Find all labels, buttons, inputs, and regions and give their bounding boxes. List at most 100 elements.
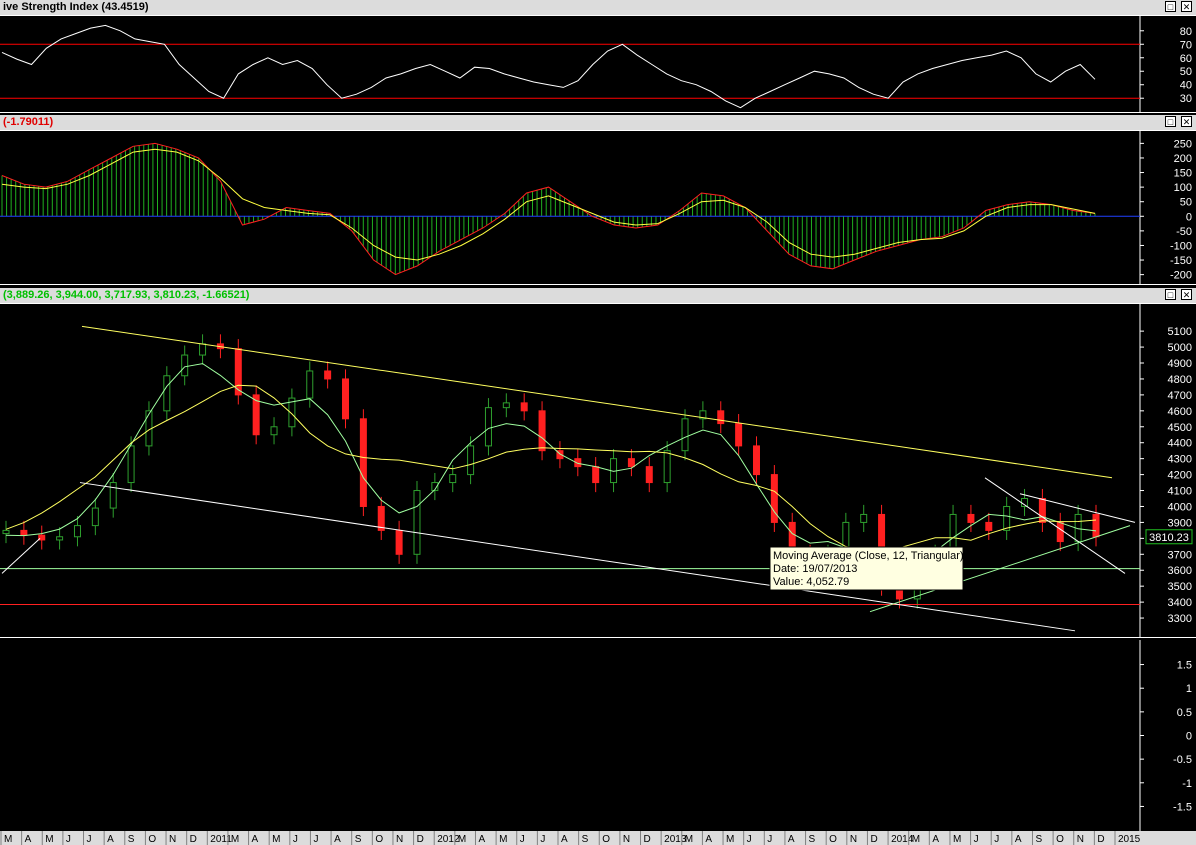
x-tick-label: J [994, 834, 999, 845]
x-tick-label: A [1015, 834, 1022, 845]
x-tick-label: S [582, 834, 589, 845]
x-tick-label: D [644, 834, 651, 845]
y-tick-label: 100 [1174, 182, 1192, 194]
restore-icon[interactable]: □ [1165, 289, 1176, 300]
candle-body [20, 529, 28, 536]
x-tick-label: J [974, 834, 979, 845]
empty-indicator-pane[interactable]: 1.5 1 0.5 0 -0.5 -1 -1.5 [0, 640, 1196, 831]
price-title-bar: (3,889.26, 3,944.00, 3,717.93, 3,810.23,… [0, 288, 1196, 304]
x-tick-label: N [850, 834, 857, 845]
x-tick-label: A [561, 834, 568, 845]
x-tick-label: J [87, 834, 92, 845]
candle-body [359, 418, 367, 507]
candle-body [1003, 505, 1011, 531]
pane-border [0, 284, 1196, 285]
y-tick-label: 30 [1180, 93, 1192, 105]
candle-body [306, 370, 314, 399]
price-pane[interactable]: (3,889.26, 3,944.00, 3,717.93, 3,810.23,… [0, 288, 1196, 638]
x-tick-label: O [602, 834, 610, 845]
x-tick-label: S [809, 834, 816, 845]
x-tick-label: S [1035, 834, 1042, 845]
y-tick-label: 50 [1180, 197, 1192, 209]
x-tick-label: M [499, 834, 507, 845]
candle-body [967, 513, 975, 523]
y-tick-label: 0.5 [1177, 707, 1192, 719]
candle-body [73, 525, 81, 538]
x-tick-label: M [685, 834, 693, 845]
rsi-pane[interactable]: ive Strength Index (43.4519) □ ✕ 80 70 60 5… [0, 0, 1196, 113]
y-tick-label: 5000 [1168, 342, 1192, 354]
x-tick-label: N [396, 834, 403, 845]
x-tick-label: 2015 [1118, 834, 1141, 845]
close-icon[interactable]: ✕ [1181, 1, 1192, 12]
candle-body [592, 466, 600, 484]
candle-body [681, 418, 689, 452]
close-icon[interactable]: ✕ [1181, 116, 1192, 127]
x-tick-label: M [458, 834, 466, 845]
restore-icon[interactable]: □ [1165, 116, 1176, 127]
y-tick-label: -0.5 [1173, 754, 1192, 766]
candle-body [181, 354, 189, 377]
candle-body [484, 407, 492, 447]
candle-body [449, 474, 457, 484]
y-tick-label: 1.5 [1177, 660, 1192, 672]
x-tick-label: 2014 [891, 834, 914, 845]
x-tick-label: D [190, 834, 197, 845]
price-title: (3,889.26, 3,944.00, 3,717.93, 3,810.23,… [3, 289, 250, 301]
price-chart: 5100 5000 4900 4800 4700 4600 4500 4400 4300 4200… [0, 304, 1196, 638]
candle-body [502, 402, 510, 409]
close-icon[interactable]: ✕ [1181, 289, 1192, 300]
candle-body [1092, 513, 1100, 538]
y-tick-label: 4900 [1168, 358, 1192, 370]
candle-body [735, 423, 743, 447]
x-tick-label: A [932, 834, 939, 845]
pane-border [0, 112, 1196, 113]
candle-body [1056, 521, 1064, 543]
x-tick-label: J [313, 834, 318, 845]
x-tick-label: M [726, 834, 734, 845]
y-tick-label: 4800 [1168, 374, 1192, 386]
trend-line [81, 325, 1113, 479]
candle-body [717, 410, 725, 425]
tooltip-line1: Moving Average (Close, 12, Triangular) [773, 550, 964, 562]
y-tick-label: -100 [1170, 240, 1192, 252]
y-tick-label: 5100 [1168, 326, 1192, 338]
candle-body [467, 445, 475, 476]
y-tick-label: 60 [1180, 53, 1192, 65]
x-tick-label: A [478, 834, 485, 845]
x-tick-label: A [25, 834, 32, 845]
time-axis-labels: M A M J J A S O N D 2011 M A M J J A S O N D 2012M A M J J A S O N D 20… [0, 831, 1141, 845]
x-tick-label: J [767, 834, 772, 845]
x-tick-label: A [334, 834, 341, 845]
y-tick-label: -200 [1170, 270, 1192, 282]
tooltip-line3: Value: 4,052.79 [773, 576, 849, 588]
macd-pane[interactable]: (-1.79011) □ ✕ 250 200 150 100 50 0 -50 -100 -15… [0, 115, 1196, 285]
y-tick-label: 4100 [1168, 486, 1192, 498]
candle-body [752, 445, 760, 476]
x-tick-label: O [375, 834, 383, 845]
x-tick-label: A [788, 834, 795, 845]
restore-icon[interactable]: □ [1165, 1, 1176, 12]
x-tick-label: M [4, 834, 12, 845]
candle-body [163, 375, 171, 412]
x-tick-label: M [272, 834, 280, 845]
y-tick-label: 40 [1180, 80, 1192, 92]
y-tick-label: 3900 [1168, 517, 1192, 529]
x-tick-label: 2012 [437, 834, 460, 845]
y-tick-label: 4300 [1168, 454, 1192, 466]
y-tick-label: 250 [1174, 138, 1192, 150]
candle-body [2, 529, 10, 535]
last-price-label: 3810.23 [1149, 532, 1189, 544]
empty-indicator-chart: 1.5 1 0.5 0 -0.5 -1 -1.5 [1139, 640, 1192, 831]
y-tick-label: 3700 [1168, 549, 1192, 561]
candle-body [627, 458, 635, 468]
x-tick-label: J [540, 834, 545, 845]
candle-body [395, 529, 403, 555]
y-tick-label: 1 [1186, 683, 1192, 695]
y-tick-label: 3600 [1168, 565, 1192, 577]
rsi-title: ive Strength Index (43.4519) [3, 1, 149, 13]
candle-body [127, 445, 135, 484]
y-tick-label: 4000 [1168, 501, 1192, 513]
y-tick-label: 4400 [1168, 438, 1192, 450]
x-tick-label: N [169, 834, 176, 845]
